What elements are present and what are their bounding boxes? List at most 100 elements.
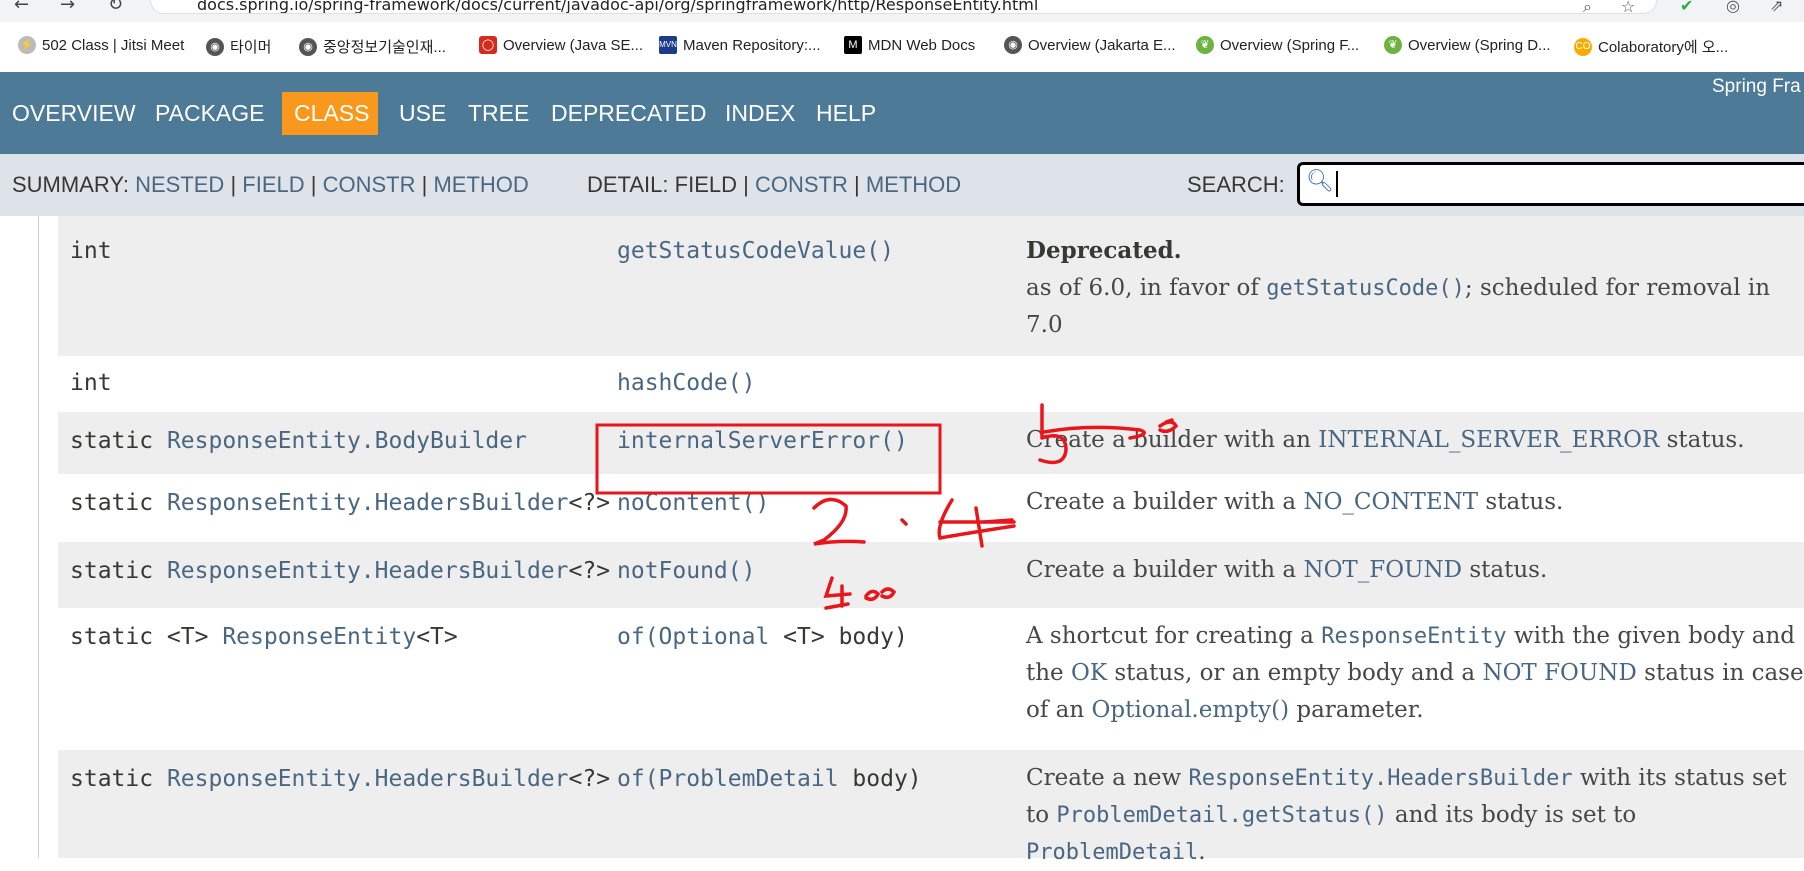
nav-class[interactable]: CLASS xyxy=(294,100,369,127)
desc-text: Create a builder with an xyxy=(1026,427,1319,453)
method-name-link[interactable]: of( xyxy=(617,766,659,792)
url-text: docs.spring.io/spring-framework/docs/cur… xyxy=(197,0,1039,13)
nav-use[interactable]: USE xyxy=(399,100,446,127)
desc-text: . xyxy=(1198,839,1206,865)
problem-detail-link[interactable]: ProblemDetail xyxy=(1026,840,1198,865)
return-type-link[interactable]: ResponseEntity.BodyBuilder xyxy=(167,428,527,454)
table-row: static ResponseEntity.HeadersBuilder<?> … xyxy=(58,542,1804,608)
bookmark-label: Overview (Spring D... xyxy=(1408,36,1551,54)
table-row: static <T> ResponseEntity<T> of(Optional… xyxy=(58,608,1804,750)
extension-icon[interactable]: ◎ xyxy=(1726,0,1740,15)
get-status-code-link[interactable]: getStatusCode() xyxy=(1266,276,1465,301)
generic-suffix: <T> xyxy=(416,624,458,650)
bookmark-label: Overview (Spring F... xyxy=(1220,36,1360,54)
status-link[interactable]: NO_CONTENT xyxy=(1303,489,1478,515)
globe-icon: ◉ xyxy=(1004,36,1022,54)
desc-text: Create a new xyxy=(1026,765,1189,791)
bookmark-colab[interactable]: CO Colaboratory에 오... xyxy=(1574,36,1728,57)
bookmark-label: Maven Repository:... xyxy=(683,36,821,54)
spring-framework-title: Spring Fra xyxy=(1712,76,1801,97)
optional-empty-link[interactable]: Optional.empty() xyxy=(1092,697,1290,723)
detail-method-link[interactable]: METHOD xyxy=(866,172,961,197)
modifier-type: static ResponseEntity.HeadersBuilder<?> xyxy=(70,490,610,516)
summary-method-link[interactable]: METHOD xyxy=(433,172,528,197)
nav-tree[interactable]: TREE xyxy=(468,100,529,127)
extension-shield-icon[interactable]: ✔ xyxy=(1680,0,1693,15)
maven-icon: MVN xyxy=(659,36,677,54)
bookmark-jakarta[interactable]: ◉ Overview (Jakarta E... xyxy=(1004,36,1176,54)
headers-builder-link[interactable]: ResponseEntity.HeadersBuilder xyxy=(1189,766,1573,791)
separator: | xyxy=(310,172,317,197)
return-type-link[interactable]: ResponseEntity.HeadersBuilder xyxy=(167,490,569,516)
bookmark-java-se[interactable]: ◯ Overview (Java SE... xyxy=(479,36,643,54)
bookmark-maven[interactable]: MVN Maven Repository:... xyxy=(659,36,821,54)
modifier-text: static xyxy=(70,766,167,792)
bookmark-label: Overview (Java SE... xyxy=(503,36,644,54)
method-name-link[interactable]: noContent() xyxy=(617,490,769,516)
param-type-link[interactable]: Optional xyxy=(659,624,770,650)
summary-field-link[interactable]: FIELD xyxy=(242,172,304,197)
oracle-icon: ◯ xyxy=(479,36,497,54)
bookmark-korean-institute[interactable]: ◉ 중앙정보기술인재... xyxy=(299,36,446,57)
return-type-link[interactable]: ResponseEntity xyxy=(222,624,416,650)
param-type-link[interactable]: ProblemDetail xyxy=(659,766,839,792)
address-bar[interactable]: docs.spring.io/spring-framework/docs/cur… xyxy=(150,0,1657,17)
desc-text: A shortcut for creating a xyxy=(1026,623,1322,649)
desc-text: status, or an empty body and a xyxy=(1107,660,1483,686)
return-type-link[interactable]: ResponseEntity.HeadersBuilder xyxy=(167,766,569,792)
detail-field-text: FIELD xyxy=(674,172,737,197)
share-icon[interactable]: ⇗ xyxy=(1770,0,1783,15)
nav-deprecated[interactable]: DEPRECATED xyxy=(551,100,707,127)
modifier-text: int xyxy=(70,238,112,264)
nav-package[interactable]: PACKAGE xyxy=(155,100,265,127)
bookmark-timer[interactable]: ◉ 타이머 xyxy=(206,36,271,57)
bookmark-mdn[interactable]: M MDN Web Docs xyxy=(844,36,975,54)
nav-overview[interactable]: OVERVIEW xyxy=(12,100,136,127)
zoom-icon[interactable]: ⌕ xyxy=(1583,0,1592,17)
bookmark-spring-data[interactable]: ❦ Overview (Spring D... xyxy=(1384,36,1551,54)
bookmark-label: Colaboratory에 오... xyxy=(1598,39,1729,56)
method-description: Deprecated. as of 6.0, in favor of getSt… xyxy=(1026,232,1804,344)
method-signature: of(Optional <T> body) xyxy=(617,624,908,650)
method-description: A shortcut for creating a ResponseEntity… xyxy=(1026,618,1804,729)
back-icon[interactable]: ← xyxy=(14,0,29,15)
method-description: Create a builder with a NOT_FOUND status… xyxy=(1026,552,1804,589)
text-caret xyxy=(1336,171,1338,197)
reload-icon[interactable]: ↻ xyxy=(108,0,123,15)
desc-text: status. xyxy=(1478,489,1564,515)
nav-index[interactable]: INDEX xyxy=(725,100,795,127)
content-left-border xyxy=(38,216,39,858)
return-type-link[interactable]: ResponseEntity.HeadersBuilder xyxy=(167,558,569,584)
star-icon[interactable]: ☆ xyxy=(1621,0,1635,16)
method-name-link[interactable]: notFound() xyxy=(617,558,755,584)
status-link[interactable]: INTERNAL_SERVER_ERROR xyxy=(1318,427,1659,453)
ok-link[interactable]: OK xyxy=(1071,660,1107,686)
nav-help[interactable]: HELP xyxy=(816,100,876,127)
method-description: Create a builder with a NO_CONTENT statu… xyxy=(1026,484,1804,521)
method-description: Create a new ResponseEntity.HeadersBuild… xyxy=(1026,760,1804,871)
bookmark-jitsi[interactable]: ⚡ 502 Class | Jitsi Meet xyxy=(18,36,184,54)
bookmark-label: 502 Class | Jitsi Meet xyxy=(42,36,185,54)
method-name-link[interactable]: hashCode() xyxy=(617,370,755,396)
param-rest: body) xyxy=(838,766,922,792)
bookmark-spring-framework[interactable]: ❦ Overview (Spring F... xyxy=(1196,36,1359,54)
problem-detail-get-status-link[interactable]: ProblemDetail.getStatus() xyxy=(1056,803,1387,828)
detail-constr-link[interactable]: CONSTR xyxy=(755,172,848,197)
response-entity-link[interactable]: ResponseEntity xyxy=(1321,624,1506,649)
desc-text: and its body is set to xyxy=(1387,802,1637,828)
modifier-type: static <T> ResponseEntity<T> xyxy=(70,624,458,650)
summary-constr-link[interactable]: CONSTR xyxy=(323,172,416,197)
not-found-link[interactable]: NOT FOUND xyxy=(1482,660,1636,686)
modifier-type: int xyxy=(70,370,112,396)
method-name-link[interactable]: getStatusCodeValue() xyxy=(617,238,894,264)
forward-icon[interactable]: → xyxy=(60,0,75,15)
modifier-type: static ResponseEntity.HeadersBuilder<?> xyxy=(70,558,610,584)
method-name-link[interactable]: of( xyxy=(617,624,659,650)
method-name-link[interactable]: internalServerError() xyxy=(617,428,908,454)
search-input[interactable]: 🔍︎ xyxy=(1297,162,1804,206)
table-row: int getStatusCodeValue() Deprecated. as … xyxy=(58,216,1804,356)
status-link[interactable]: NOT_FOUND xyxy=(1303,557,1462,583)
summary-nested-link[interactable]: NESTED xyxy=(135,172,224,197)
generic-suffix: <?> xyxy=(568,766,611,792)
spring-icon: ❦ xyxy=(1196,36,1214,54)
